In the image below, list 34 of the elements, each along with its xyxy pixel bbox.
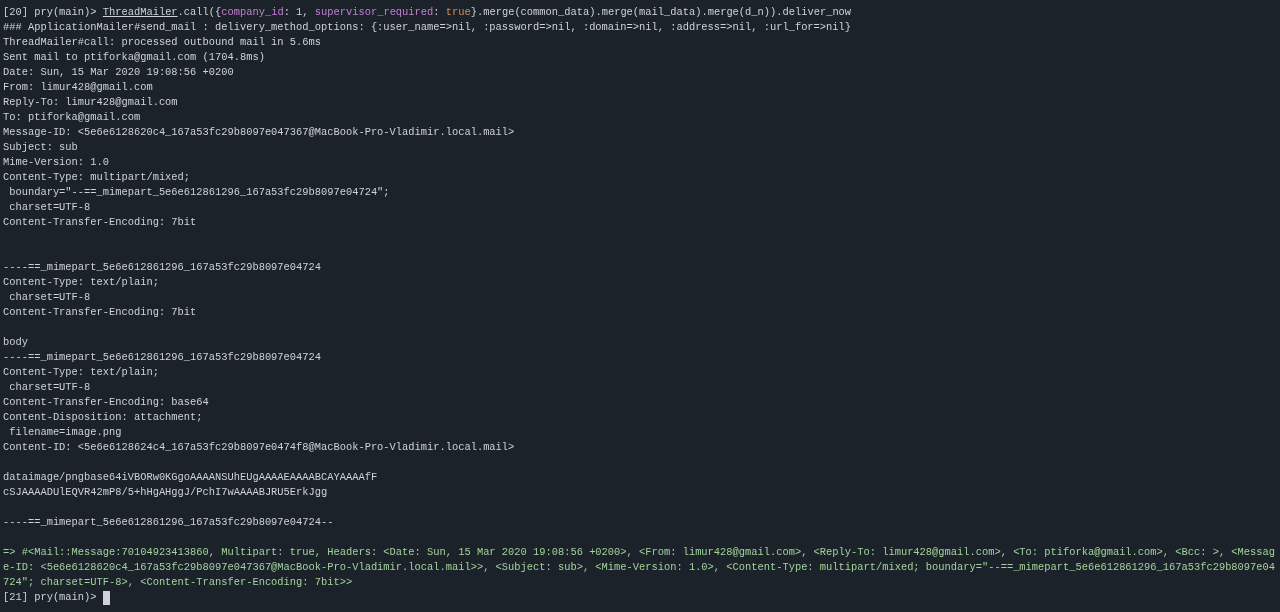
output-text: boundary="--==_mimepart_5e6e612861296_167a53fc29b8097e04724"; (8, 186, 390, 198)
result-text: => #<Mail::Message:70104923413860, Multipart: true, Headers: <Date: Sun, 15 Mar 2020 19:08:56 +0200>, <From: limur428@gmail.com>, <Reply-To: limur428@gmail.com>, <To: ptiforka@gmail.com>, <Bcc: >, <Message-ID: <5e6e6128620c4_167a53fc29b8097e047367@MacBook-Pro-Vladimir.local.mail>>, <Subject: sub>, <Mime-Version: 1.0>, <Content-Type: multipart/mixed; boundary="--==_mimepart_5e6e612861296_167a53fc29b8097e04724"; charset=UTF-8>, <Content-Transfer-Encoding: 7bit>> (3, 546, 1276, 588)
prompt-text: [20] pry(main)> (3, 6, 97, 18)
output-text: Content-Transfer-Encoding: 7bit (3, 216, 197, 228)
output-text: Message-ID: <5e6e6128620c4_167a53fc29b8097e047367@MacBook-Pro-Vladimir.local.mail> (3, 126, 515, 138)
output-text: Content-Type: text/plain; (3, 276, 159, 288)
output-text: charset=UTF-8 (8, 201, 91, 213)
output-text: dataimage/pngbase64iVBORw0KGgoAAAANSUhEUgAAAAEAAAABCAYAAAAfF (3, 471, 378, 483)
output-text: ThreadMailer#call: processed outbound mail in 5.6ms (3, 36, 321, 48)
command-text: ThreadMailer.call({company_id: 1, supervisor_required: true}.merge(common_data).merge(mail_data).merge(d_n)).deliver_now (102, 6, 852, 18)
output-text: Date: Sun, 15 Mar 2020 19:08:56 +0200 (3, 66, 234, 78)
output-text: Content-Type: text/plain; (3, 366, 159, 378)
output-text: Subject: sub (3, 141, 78, 153)
output-text: From: limur428@gmail.com (3, 81, 153, 93)
output-text: Mime-Version: 1.0 (3, 156, 109, 168)
output-text: cSJAAAADUlEQVR42mP8/5+hHgAHggJ/PchI7wAAAABJRU5ErkJgg (3, 486, 328, 498)
prompt-text: [21] pry(main)> (3, 590, 97, 605)
output-text: Reply-To: limur428@gmail.com (3, 96, 178, 108)
output-text: ### ApplicationMailer#send_mail : delivery_method_options: {:user_name=>nil, :password=>nil, :domain=>nil, :address=>nil, :url_for=>nil} (3, 21, 851, 33)
output-text: Sent mail to ptiforka@gmail.com (1704.8ms) (3, 51, 265, 63)
output-text: body (3, 336, 28, 348)
cursor (102, 590, 110, 605)
output-text: filename=image.png (8, 426, 122, 438)
output-text: Content-Type: multipart/mixed; (3, 171, 191, 183)
output-text: ----==_mimepart_5e6e612861296_167a53fc29b8097e04724-- (3, 516, 334, 528)
output-text: charset=UTF-8 (8, 291, 91, 303)
output-text: ----==_mimepart_5e6e612861296_167a53fc29b8097e04724 (3, 351, 321, 363)
output-text: ----==_mimepart_5e6e612861296_167a53fc29b8097e04724 (3, 261, 321, 273)
output-text: Content-Transfer-Encoding: 7bit (3, 306, 197, 318)
output-text: To: ptiforka@gmail.com (3, 111, 141, 123)
output-text: charset=UTF-8 (8, 381, 91, 393)
output-text: Content-ID: <5e6e6128624c4_167a53fc29b8097e0474f8@MacBook-Pro-Vladimir.local.mail> (3, 441, 515, 453)
output-text: Content-Transfer-Encoding: base64 (3, 396, 209, 408)
output-text: Content-Disposition: attachment; (3, 411, 203, 423)
